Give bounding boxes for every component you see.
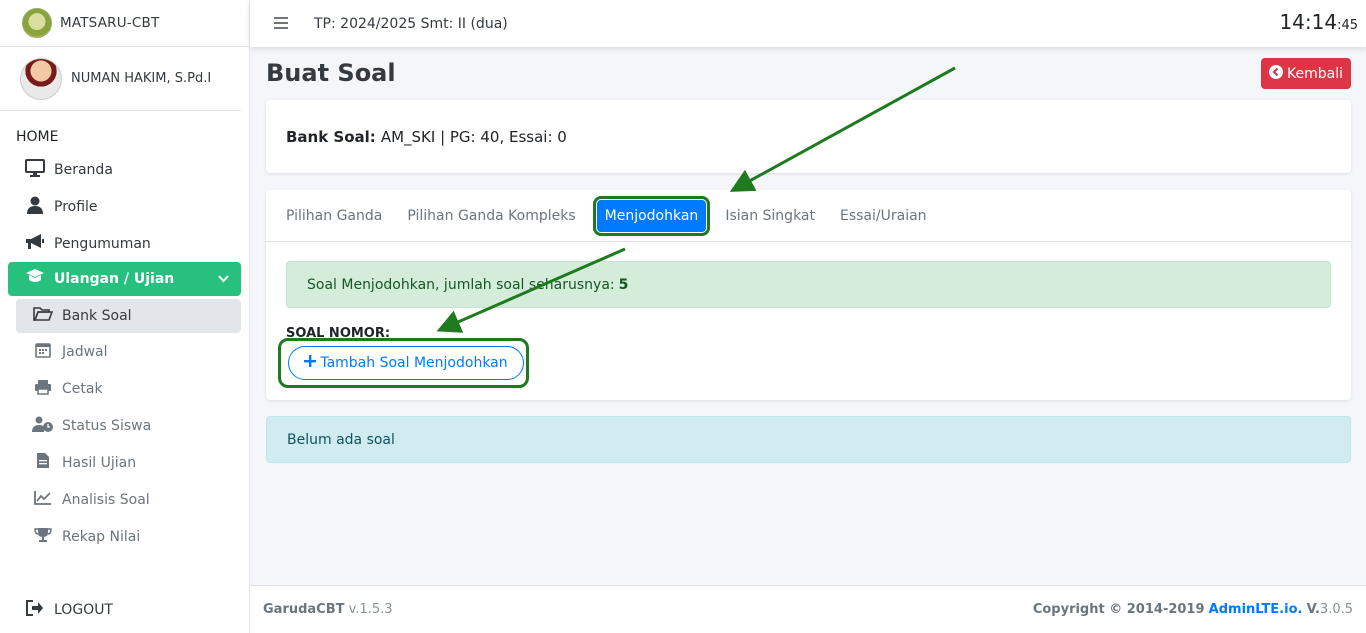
sidebar-item-label: Hasil Ujian bbox=[62, 454, 137, 471]
sidebar-subitem-hasil-ujian[interactable]: Hasil Ujian bbox=[0, 444, 249, 481]
nav-header: HOME bbox=[16, 129, 59, 145]
add-button-label: Tambah Soal Menjodohkan bbox=[320, 355, 508, 371]
clock-hm: 14:14 bbox=[1279, 10, 1338, 34]
question-count-alert: Soal Menjodohkan, jumlah soal seharusnya… bbox=[286, 261, 1331, 308]
plus-icon bbox=[304, 355, 317, 371]
question-count-text: Soal Menjodohkan, jumlah soal seharusnya… bbox=[307, 276, 615, 293]
footer-version-label: V. bbox=[1306, 602, 1320, 617]
sidebar-item-label: Cetak bbox=[62, 380, 103, 397]
brand-name: MATSARU-CBT bbox=[60, 15, 160, 31]
sidebar-item-label: Status Siswa bbox=[62, 417, 152, 434]
footer-app: GarudaCBT v.1.5.3 bbox=[263, 602, 393, 617]
user-icon bbox=[24, 196, 46, 218]
footer-version-number: 3.0.5 bbox=[1319, 602, 1353, 617]
footer-copyright: Copyright © 2014-2019 AdminLTE.io. V.3.0… bbox=[1033, 602, 1353, 617]
footer-app-name: GarudaCBT bbox=[263, 602, 345, 617]
sidebar-item-label: Ulangan / Ujian bbox=[54, 271, 175, 287]
tab-pilihan-ganda[interactable]: Pilihan Ganda bbox=[278, 200, 390, 232]
sidebar-item-pengumuman[interactable]: Pengumuman bbox=[0, 225, 249, 262]
sidebar: MATSARU-CBT NUMAN HAKIM, S.Pd.I HOME Ber… bbox=[0, 0, 250, 633]
highlight-box: Tambah Soal Menjodohkan bbox=[278, 338, 529, 388]
bank-soal-card: Bank Soal: AM_SKI | PG: 40, Essai: 0 bbox=[266, 100, 1351, 173]
calendar-icon bbox=[32, 342, 54, 362]
user-panel[interactable]: NUMAN HAKIM, S.Pd.I bbox=[0, 47, 241, 111]
back-button-label: Kembali bbox=[1287, 65, 1343, 82]
logout-label: LOGOUT bbox=[54, 602, 113, 618]
brand-logo bbox=[22, 8, 52, 38]
sidebar-item-beranda[interactable]: Beranda bbox=[0, 151, 249, 188]
sidebar-subitem-cetak[interactable]: Cetak bbox=[0, 370, 249, 407]
tab-pilihan-ganda-kompleks[interactable]: Pilihan Ganda Kompleks bbox=[399, 200, 583, 232]
chart-line-icon bbox=[32, 490, 54, 509]
bank-soal-value: AM_SKI | PG: 40, Essai: 0 bbox=[380, 127, 567, 146]
adminlte-link[interactable]: AdminLTE.io. bbox=[1209, 602, 1303, 617]
clock: 14:14:45 bbox=[1279, 10, 1358, 34]
file-icon bbox=[32, 452, 54, 473]
trophy-icon bbox=[32, 527, 54, 547]
sidebar-subitem-bank-soal[interactable]: Bank Soal bbox=[16, 299, 241, 333]
footer-app-version: v.1.5.3 bbox=[348, 602, 393, 617]
user-name: NUMAN HAKIM, S.Pd.I bbox=[71, 71, 212, 86]
folder-open-icon bbox=[32, 306, 54, 326]
sidebar-item-label: Jadwal bbox=[62, 343, 108, 360]
avatar bbox=[20, 57, 62, 100]
clock-seconds: :45 bbox=[1337, 18, 1358, 33]
question-type-tabs: Pilihan Ganda Pilihan Ganda Kompleks Men… bbox=[266, 190, 1351, 242]
footer: GarudaCBT v.1.5.3 Copyright © 2014-2019 … bbox=[250, 585, 1366, 633]
sidebar-subitem-rekap-nilai[interactable]: Rekap Nilai bbox=[0, 518, 249, 555]
sidebar-item-label: Beranda bbox=[54, 161, 113, 178]
brand[interactable]: MATSARU-CBT bbox=[0, 0, 249, 47]
question-count-value: 5 bbox=[618, 276, 629, 293]
question-type-card: Pilihan Ganda Pilihan Ganda Kompleks Men… bbox=[266, 190, 1351, 400]
arrow-circle-left-icon bbox=[1269, 64, 1284, 83]
monitor-icon bbox=[24, 158, 46, 181]
footer-copyright-text: Copyright © 2014-2019 bbox=[1032, 602, 1205, 617]
megaphone-icon bbox=[24, 233, 46, 255]
sidebar-item-ulangan-ujian[interactable]: Ulangan / Ujian bbox=[8, 262, 241, 296]
page-title: Buat Soal bbox=[266, 59, 396, 87]
tab-menjodohkan[interactable]: Menjodohkan bbox=[592, 195, 711, 236]
tab-essai-uraian[interactable]: Essai/Uraian bbox=[832, 200, 935, 232]
graduation-cap-icon bbox=[24, 268, 46, 290]
printer-icon bbox=[32, 379, 54, 399]
add-matching-question-button[interactable]: Tambah Soal Menjodohkan bbox=[288, 346, 524, 380]
academic-period: TP: 2024/2025 Smt: II (dua) bbox=[314, 15, 508, 32]
sign-out-icon bbox=[24, 600, 46, 620]
sidebar-item-label: Pengumuman bbox=[54, 235, 151, 252]
logout-button[interactable]: LOGOUT bbox=[0, 600, 113, 620]
main-content: Buat Soal Kembali Bank Soal: AM_SKI | PG… bbox=[250, 47, 1366, 585]
sidebar-subitem-jadwal[interactable]: Jadwal bbox=[0, 333, 249, 370]
user-clock-icon bbox=[32, 416, 54, 436]
chevron-down-icon bbox=[218, 272, 229, 286]
sidebar-item-label: Rekap Nilai bbox=[62, 528, 141, 545]
empty-questions-alert: Belum ada soal bbox=[266, 416, 1351, 463]
hamburger-menu-icon[interactable] bbox=[274, 14, 288, 33]
back-button[interactable]: Kembali bbox=[1261, 58, 1351, 89]
sidebar-item-label: Profile bbox=[54, 198, 98, 215]
sidebar-item-profile[interactable]: Profile bbox=[0, 188, 249, 225]
tab-isian-singkat[interactable]: Isian Singkat bbox=[717, 200, 823, 232]
sidebar-subitem-status-siswa[interactable]: Status Siswa bbox=[0, 407, 249, 444]
sidebar-subitem-analisis-soal[interactable]: Analisis Soal bbox=[0, 481, 249, 518]
topbar: TP: 2024/2025 Smt: II (dua) 14:14:45 bbox=[250, 0, 1366, 47]
sidebar-item-label: Bank Soal bbox=[62, 308, 132, 324]
bank-soal-label: Bank Soal: bbox=[286, 127, 376, 146]
sidebar-item-label: Analisis Soal bbox=[62, 491, 150, 508]
